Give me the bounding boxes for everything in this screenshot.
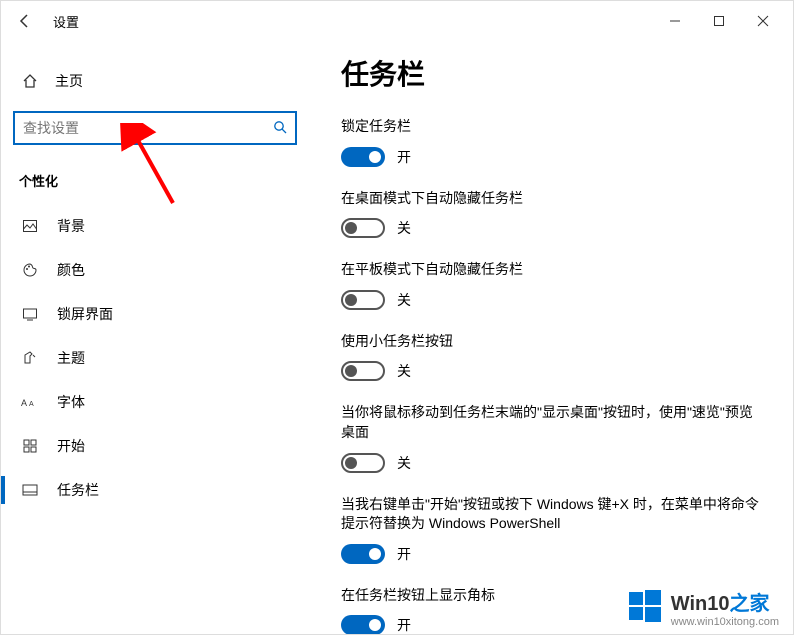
toggle-state: 关 [397, 218, 411, 238]
windows-logo-icon [627, 588, 663, 627]
toggle-switch[interactable] [341, 544, 385, 564]
watermark-url: www.win10xitong.com [671, 616, 779, 628]
sidebar-item-label: 锁屏界面 [57, 304, 113, 324]
close-button[interactable] [741, 6, 785, 36]
minimize-button[interactable] [653, 6, 697, 36]
toggle-switch[interactable] [341, 361, 385, 381]
toggle-switch[interactable] [341, 615, 385, 634]
theme-icon [19, 350, 41, 366]
setting-label: 当你将鼠标移动到任务栏末端的"显示桌面"按钮时，使用"速览"预览桌面 [341, 403, 763, 442]
toggle-state: 开 [397, 147, 411, 167]
sidebar-item-label: 任务栏 [57, 480, 99, 500]
sidebar-item-themes[interactable]: 主题 [13, 336, 297, 380]
home-icon [19, 73, 41, 89]
search-input-container[interactable] [13, 111, 297, 145]
setting-label: 当我右键单击"开始"按钮或按下 Windows 键+X 时，在菜单中将命令提示符… [341, 495, 763, 534]
back-button[interactable] [9, 5, 41, 37]
search-input[interactable] [23, 120, 273, 136]
toggle-switch[interactable] [341, 147, 385, 167]
toggle-state: 关 [397, 290, 411, 310]
sidebar-item-label: 背景 [57, 216, 85, 236]
page-title: 任务栏 [341, 53, 763, 93]
font-icon: AA [19, 395, 41, 409]
sidebar-item-label: 颜色 [57, 260, 85, 280]
toggle-state: 关 [397, 453, 411, 473]
picture-icon [19, 218, 41, 234]
sidebar-item-start[interactable]: 开始 [13, 424, 297, 468]
setting-label: 锁定任务栏 [341, 117, 763, 137]
window-title: 设置 [53, 12, 79, 31]
setting-label: 在平板模式下自动隐藏任务栏 [341, 260, 763, 280]
toggle-state: 开 [397, 615, 411, 634]
toggle-switch[interactable] [341, 290, 385, 310]
sidebar-item-background[interactable]: 背景 [13, 204, 297, 248]
search-icon [273, 120, 287, 137]
toggle-state: 开 [397, 544, 411, 564]
sidebar: 主页 个性化 背景 颜色 锁屏界面 [1, 41, 309, 634]
content-area: 任务栏 锁定任务栏开在桌面模式下自动隐藏任务栏关在平板模式下自动隐藏任务栏关使用… [309, 41, 793, 634]
toggle-switch[interactable] [341, 453, 385, 473]
sidebar-item-fonts[interactable]: AA 字体 [13, 380, 297, 424]
category-header: 个性化 [13, 171, 297, 190]
watermark: Win10之家 www.win10xitong.com [627, 587, 779, 628]
setting-label: 在桌面模式下自动隐藏任务栏 [341, 189, 763, 209]
sidebar-item-lockscreen[interactable]: 锁屏界面 [13, 292, 297, 336]
taskbar-icon [19, 484, 41, 496]
svg-text:A: A [29, 401, 34, 408]
svg-text:A: A [21, 398, 27, 408]
sidebar-item-colors[interactable]: 颜色 [13, 248, 297, 292]
maximize-button[interactable] [697, 6, 741, 36]
palette-icon [19, 262, 41, 278]
toggle-switch[interactable] [341, 218, 385, 238]
home-link[interactable]: 主页 [13, 61, 297, 101]
sidebar-item-label: 字体 [57, 392, 85, 412]
setting-label: 使用小任务栏按钮 [341, 332, 763, 352]
start-icon [19, 439, 41, 453]
sidebar-item-label: 主题 [57, 348, 85, 368]
lockscreen-icon [19, 306, 41, 322]
sidebar-item-taskbar[interactable]: 任务栏 [13, 468, 297, 512]
toggle-state: 关 [397, 361, 411, 381]
sidebar-item-label: 开始 [57, 436, 85, 456]
home-label: 主页 [55, 71, 83, 91]
watermark-brand: Win10 [671, 593, 730, 615]
